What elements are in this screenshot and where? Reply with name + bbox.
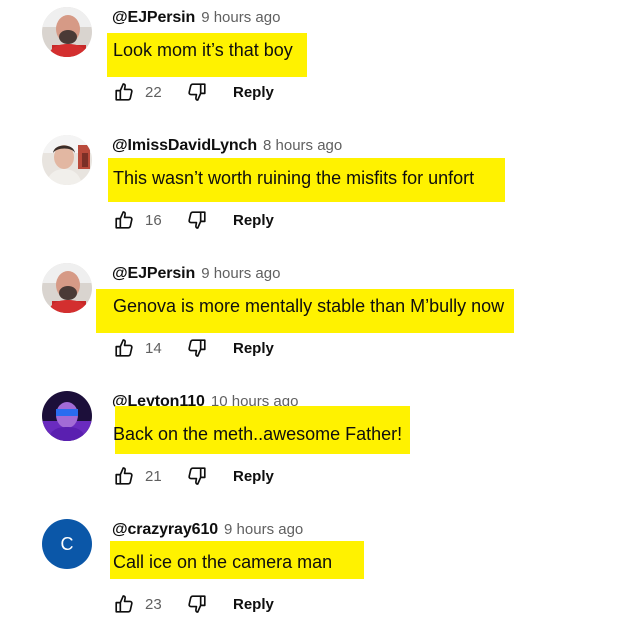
reply-button[interactable]: Reply [233, 212, 274, 229]
author-name[interactable]: @crazyray610 [112, 521, 218, 539]
comment-actions: 22 Reply [112, 80, 274, 104]
avatar-image [42, 135, 92, 185]
thumbs-down-icon[interactable] [185, 592, 209, 616]
thumbs-up-icon[interactable] [112, 336, 136, 360]
comment-actions: 23 Reply [112, 592, 274, 616]
like-count: 22 [145, 83, 162, 101]
like-count: 14 [145, 339, 162, 357]
thumbs-up-icon[interactable] [112, 80, 136, 104]
comment-text: Back on the meth..awesome Father! [113, 424, 403, 444]
comment-timestamp[interactable]: 9 hours ago [224, 521, 303, 538]
reply-button[interactable]: Reply [233, 468, 274, 485]
comment-item: C @crazyray610 9 hours ago Call ice on t… [0, 512, 626, 637]
comment-text: Genova is more mentally stable than M’bu… [113, 296, 505, 316]
comment-text: This wasn’t worth ruining the misfits fo… [113, 168, 475, 188]
thumbs-up-icon[interactable] [112, 592, 136, 616]
avatar-image [42, 7, 92, 57]
comment-timestamp[interactable]: 9 hours ago [201, 265, 280, 282]
comment-header: @crazyray610 9 hours ago [112, 521, 303, 543]
avatar[interactable] [42, 391, 92, 441]
thumbs-down-icon[interactable] [185, 336, 209, 360]
comment-header: @EJPersin 9 hours ago [112, 9, 280, 31]
comment-item: @EJPersin 9 hours ago Genova is more men… [0, 256, 626, 384]
like-count: 23 [145, 595, 162, 613]
thumbs-up-icon[interactable] [112, 464, 136, 488]
comment-item: @EJPersin 9 hours ago Look mom it’s that… [0, 0, 626, 128]
thumbs-down-icon[interactable] [185, 208, 209, 232]
comment-item: @Leyton110 10 hours ago Back on the meth… [0, 384, 626, 512]
comment-actions: 14 Reply [112, 336, 274, 360]
author-name[interactable]: @EJPersin [112, 265, 195, 283]
comment-text: Call ice on the camera man [113, 552, 333, 572]
thumbs-down-icon[interactable] [185, 464, 209, 488]
avatar[interactable]: C [42, 519, 92, 569]
comment-text: Look mom it’s that boy [113, 40, 293, 60]
thumbs-down-icon[interactable] [185, 80, 209, 104]
avatar[interactable] [42, 135, 92, 185]
comment-actions: 21 Reply [112, 464, 274, 488]
comment-header: @EJPersin 9 hours ago [112, 265, 280, 287]
reply-button[interactable]: Reply [233, 84, 274, 101]
like-count: 21 [145, 467, 162, 485]
avatar-image [42, 263, 92, 313]
reply-button[interactable]: Reply [233, 340, 274, 357]
comment-timestamp[interactable]: 8 hours ago [263, 137, 342, 154]
thumbs-up-icon[interactable] [112, 208, 136, 232]
avatar-image [42, 391, 92, 441]
author-name[interactable]: @ImissDavidLynch [112, 137, 257, 155]
comment-actions: 16 Reply [112, 208, 274, 232]
author-name[interactable]: @EJPersin [112, 9, 195, 27]
reply-button[interactable]: Reply [233, 596, 274, 613]
comment-header: @ImissDavidLynch 8 hours ago [112, 137, 342, 159]
like-count: 16 [145, 211, 162, 229]
avatar[interactable] [42, 7, 92, 57]
avatar[interactable] [42, 263, 92, 313]
comment-timestamp[interactable]: 9 hours ago [201, 9, 280, 26]
comment-item: @ImissDavidLynch 8 hours ago This wasn’t… [0, 128, 626, 256]
